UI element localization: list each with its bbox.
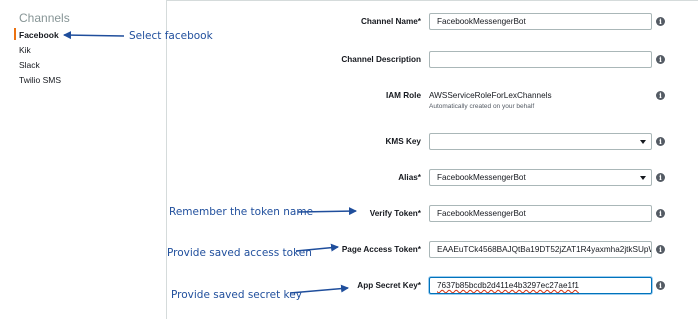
arrow-provide-access-token: [295, 243, 339, 252]
arrow-provide-secret-key: [289, 284, 349, 294]
arrow-remember-token: [297, 207, 357, 216]
annotation-arrows: [63, 31, 357, 294]
arrow-select-facebook: [63, 31, 125, 40]
